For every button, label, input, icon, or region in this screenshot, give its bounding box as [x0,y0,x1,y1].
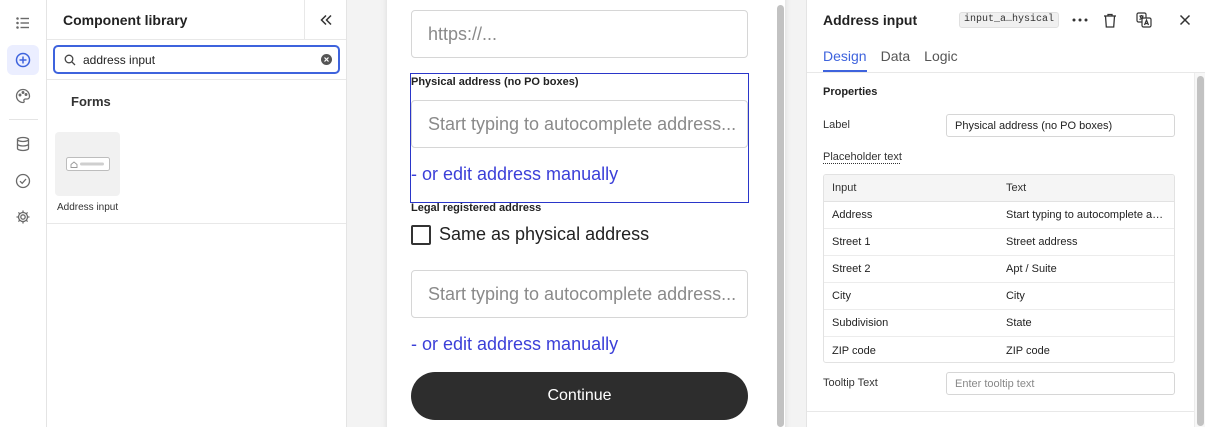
row-placeholder-text[interactable]: State [998,317,1174,329]
legal-address-input[interactable] [428,283,738,305]
collapse-panel-button[interactable] [304,0,346,40]
library-divider [47,79,346,80]
column-header-input: Input [832,182,857,194]
row-input-name: ZIP code [832,344,876,357]
row-input-name: City [832,290,851,302]
continue-button[interactable]: Continue [411,372,748,420]
tooltip-caption: Tooltip Text [823,377,878,389]
table-row[interactable]: ZIP code ZIP code [824,337,1174,362]
properties-panel: Address input input_a…hysical Design Dat… [806,0,1205,427]
legal-address-field[interactable] [411,270,748,318]
row-input-name: Subdivision [832,317,889,329]
check-circle-icon[interactable] [7,166,39,196]
address-input-tile[interactable] [55,132,120,196]
table-row[interactable]: Street 1 Street address [824,229,1174,256]
canvas-scroll-thumb[interactable] [777,5,784,427]
physical-address-field[interactable] [411,100,748,148]
search-icon [64,54,76,65]
row-placeholder-text[interactable]: City [998,290,1174,302]
tile-label: Address input [57,202,119,213]
row-input-name: Address [832,209,873,221]
left-rail [0,0,47,427]
add-component-icon[interactable] [7,45,39,75]
tooltip-input[interactable] [946,372,1175,395]
table-row[interactable]: City City [824,283,1174,310]
library-title: Component library [63,11,188,28]
trash-icon[interactable] [1100,10,1120,30]
placeholder-table: Input Text Address Start typing to autoc… [823,174,1175,363]
database-icon[interactable] [7,129,39,159]
row-input-name: Street 2 [832,263,871,275]
column-header-text: Text [1005,182,1027,194]
component-library-panel: Component library Forms Address input [47,0,347,427]
close-icon[interactable] [1175,10,1195,30]
properties-scroll-thumb[interactable] [1197,76,1204,426]
row-placeholder-text[interactable]: Apt / Suite [998,263,1174,275]
library-divider-bottom [47,223,346,224]
url-field[interactable] [411,10,748,58]
row-placeholder-text[interactable]: Street address [998,236,1174,248]
legal-address-label: Legal registered address [411,202,542,214]
same-as-physical-label[interactable]: Same as physical address [439,224,649,245]
address-input-thumbnail-icon [65,157,110,171]
rail-divider [9,119,38,120]
component-title: Address input [823,12,918,28]
translate-icon[interactable] [1134,10,1154,30]
component-search[interactable] [53,45,340,74]
tab-data[interactable]: Data [881,48,911,72]
label-input[interactable] [946,114,1175,137]
chevrons-left-icon [319,14,332,26]
table-row[interactable]: Subdivision State [824,310,1174,337]
section-title-forms: Forms [71,94,111,109]
row-input-name: Street 1 [832,236,871,248]
placeholder-table-header: Input Text [824,175,1174,202]
table-row[interactable]: Address Start typing to autocomplete add… [824,202,1174,229]
more-icon[interactable] [1070,10,1090,30]
component-id-chip[interactable]: input_a…hysical [959,12,1060,28]
physical-address-input[interactable] [428,113,738,135]
list-icon[interactable] [7,8,39,38]
physical-address-label: Physical address (no PO boxes) [411,76,579,88]
placeholder-text-caption[interactable]: Placeholder text [823,151,902,163]
tabs-divider [807,72,1205,73]
library-header: Component library [47,0,346,40]
properties-tabs: Design Data Logic [823,48,972,72]
edit-physical-manually-link[interactable]: - or edit address manually [411,164,618,185]
search-input[interactable] [83,52,308,67]
table-row[interactable]: Street 2 Apt / Suite [824,256,1174,283]
url-input[interactable] [428,23,738,45]
tab-design[interactable]: Design [823,48,867,72]
edit-legal-manually-link[interactable]: - or edit address manually [411,334,618,355]
canvas: Physical address (no PO boxes) - or edit… [347,0,806,427]
properties-section-title: Properties [823,86,878,98]
row-placeholder-text[interactable]: Start typing to autocomplete address... [998,209,1174,221]
row-placeholder-text[interactable]: ZIP code [998,345,1174,357]
tab-logic[interactable]: Logic [924,48,957,72]
clear-search-icon[interactable] [321,54,332,65]
label-caption: Label [823,119,850,131]
palette-icon[interactable] [7,81,39,111]
properties-divider [807,411,1194,412]
same-as-physical-checkbox[interactable] [411,225,431,245]
gear-icon[interactable] [7,202,39,232]
